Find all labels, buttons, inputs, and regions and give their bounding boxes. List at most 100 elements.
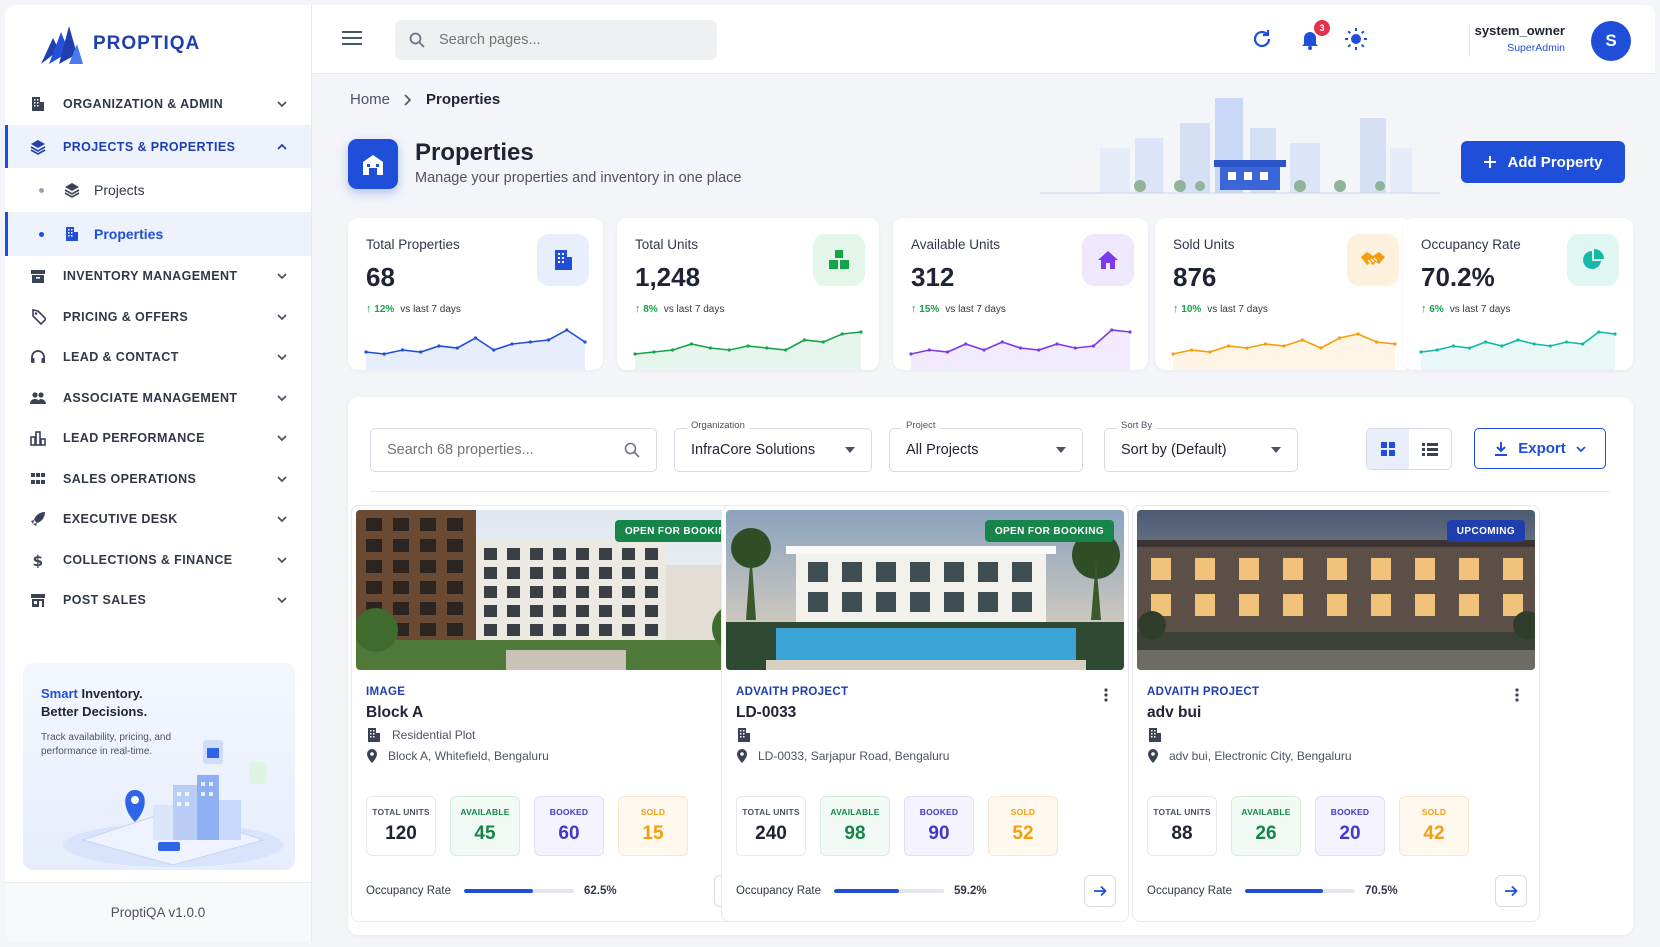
sparkline-point	[802, 338, 807, 342]
property-search[interactable]	[370, 428, 657, 472]
logo[interactable]: PROPTIQA	[5, 5, 311, 82]
sparkline-point	[1419, 350, 1423, 354]
grid-view-icon[interactable]	[1367, 429, 1409, 469]
total-units-box: TOTAL UNITS 88	[1147, 796, 1217, 856]
theme-sun-icon[interactable]	[1344, 27, 1368, 51]
sparkline-point	[364, 350, 368, 354]
chevron-down-icon[interactable]	[275, 269, 289, 283]
property-search-input[interactable]	[387, 442, 624, 458]
available-label: AVAILABLE	[1241, 807, 1291, 817]
arrow-right-icon[interactable]	[1495, 875, 1527, 907]
project-select[interactable]: Project All Projects	[889, 420, 1083, 472]
arrow-right-icon[interactable]	[1084, 875, 1116, 907]
property-location-row: Block A, Whitefield, Bengaluru	[366, 749, 549, 763]
export-button[interactable]: Export	[1474, 428, 1606, 469]
user-name: system_owner	[1474, 23, 1565, 38]
chevron-down-icon[interactable]	[275, 391, 289, 405]
chevron-down-icon[interactable]	[275, 97, 289, 111]
sparkline-point	[1374, 340, 1379, 344]
nav-subitem-properties[interactable]: Properties	[5, 212, 311, 256]
sparkline-chart	[633, 330, 863, 370]
property-card[interactable]: OPEN FOR BOOKING IMAGE Block A Residenti…	[351, 505, 759, 922]
status-badge: OPEN FOR BOOKING	[984, 520, 1114, 542]
add-property-button[interactable]: Add Property	[1461, 141, 1625, 183]
property-card[interactable]: OPEN FOR BOOKING ADVAITH PROJECT LD-0033…	[721, 505, 1129, 922]
organization-select[interactable]: Organization InfraCore Solutions	[674, 420, 872, 472]
dropdown-arrow-icon	[1271, 447, 1281, 453]
project-label: Project	[902, 420, 940, 431]
stat-card-total-properties[interactable]: Total Properties 68 ↑ 12% vs last 7 days	[348, 218, 603, 370]
sparkline-point	[1245, 346, 1249, 350]
page-search-input[interactable]	[439, 32, 679, 48]
total-units-box: TOTAL UNITS 240	[736, 796, 806, 856]
chevron-down-icon[interactable]	[275, 310, 289, 324]
topbar: 3 system_owner SuperAdmin S	[312, 5, 1655, 74]
occupancy-percent: 59.2%	[954, 885, 987, 897]
nav-item-projects-and-properties[interactable]: PROJECTS & PROPERTIES	[5, 125, 311, 168]
booked-label: BOOKED	[1330, 807, 1370, 817]
nav-item-associate-management[interactable]: ASSOCIATE MANAGEMENT	[5, 378, 311, 419]
chevron-down-icon[interactable]	[275, 593, 289, 607]
more-options-icon[interactable]	[1509, 686, 1525, 704]
chevron-down-icon[interactable]	[275, 512, 289, 526]
nav-item-sales-operations[interactable]: SALES OPERATIONS	[5, 459, 311, 500]
total-units-value: 88	[1171, 823, 1193, 844]
stat-card-total-units[interactable]: Total Units 1,248 ↑ 8% vs last 7 days	[617, 218, 879, 370]
chevron-down-icon[interactable]	[275, 472, 289, 486]
more-options-icon[interactable]	[1098, 686, 1114, 704]
page-search[interactable]	[395, 20, 717, 60]
nav-item-executive-desk[interactable]: EXECUTIVE DESK	[5, 499, 311, 540]
chevron-down-icon[interactable]	[275, 431, 289, 445]
chevron-up-icon[interactable]	[275, 140, 289, 154]
stat-title: Total Properties	[366, 237, 460, 252]
location-pin-icon	[737, 749, 747, 763]
handshake-icon	[1347, 234, 1399, 286]
sparkline-area	[1421, 332, 1615, 370]
nav-item-inventory-management[interactable]: INVENTORY MANAGEMENT	[5, 256, 311, 297]
sparkline-point	[510, 342, 514, 346]
nav-subitem-label: Projects	[94, 182, 145, 198]
stat-card-occupancy-rate[interactable]: Occupancy Rate 70.2% ↑ 6% vs last 7 days	[1403, 218, 1633, 370]
list-view-icon[interactable]	[1409, 429, 1451, 469]
property-location: LD-0033, Sarjapur Road, Bengaluru	[758, 749, 950, 763]
sparkline-point	[1356, 332, 1360, 336]
stat-value: 68	[366, 262, 395, 292]
nav-subitem-projects[interactable]: Projects	[5, 168, 311, 212]
building-icon	[736, 727, 752, 743]
chevron-down-icon[interactable]	[275, 350, 289, 364]
nav-item-label: LEAD PERFORMANCE	[63, 431, 205, 446]
breadcrumb-home[interactable]: Home	[350, 91, 390, 108]
occupancy-label: Occupancy Rate	[366, 885, 452, 897]
booked-value: 90	[928, 823, 950, 844]
property-location: adv bui, Electronic City, Bengaluru	[1169, 749, 1352, 763]
nav-item-pricing-and-offers[interactable]: PRICING & OFFERS	[5, 297, 311, 338]
refresh-icon[interactable]	[1250, 27, 1274, 51]
sparkline-point	[765, 346, 769, 350]
property-card[interactable]: UPCOMING ADVAITH PROJECT adv bui adv bui…	[1132, 505, 1540, 922]
occupancy-percent: 70.5%	[1365, 885, 1398, 897]
nav-item-post-sales[interactable]: POST SALES	[5, 580, 311, 621]
location-pin-icon	[367, 749, 377, 763]
menu-icon[interactable]	[342, 29, 364, 47]
stat-card-sold-units[interactable]: Sold Units 876 ↑ 10% vs last 7 days	[1155, 218, 1413, 370]
layers-icon	[29, 138, 47, 156]
layers-icon	[64, 181, 82, 199]
sort-select[interactable]: Sort By Sort by (Default)	[1104, 420, 1298, 472]
available-value: 98	[844, 823, 866, 844]
topbar-divider	[1469, 25, 1470, 57]
sparkline-point	[1597, 330, 1601, 334]
user-info[interactable]: system_owner SuperAdmin	[1475, 23, 1565, 54]
nav-item-label: ORGANIZATION & ADMIN	[63, 96, 224, 111]
stat-card-available-units[interactable]: Available Units 312 ↑ 15% vs last 7 days	[893, 218, 1148, 370]
sparkline-point	[927, 348, 931, 352]
chevron-down-icon[interactable]	[275, 553, 289, 567]
bell-icon[interactable]: 3	[1298, 20, 1330, 51]
avatar[interactable]: S	[1591, 21, 1631, 61]
chevron-down-icon	[1576, 445, 1586, 452]
sparkline-point	[708, 346, 712, 350]
nav-item-collections-and-finance[interactable]: $ COLLECTIONS & FINANCE	[5, 540, 311, 581]
nav-item-organization-and-admin[interactable]: ORGANIZATION & ADMIN	[5, 82, 311, 125]
promo-illustration	[63, 740, 283, 867]
nav-item-lead-performance[interactable]: LEAD PERFORMANCE	[5, 418, 311, 459]
nav-item-lead-and-contact[interactable]: LEAD & CONTACT	[5, 337, 311, 378]
